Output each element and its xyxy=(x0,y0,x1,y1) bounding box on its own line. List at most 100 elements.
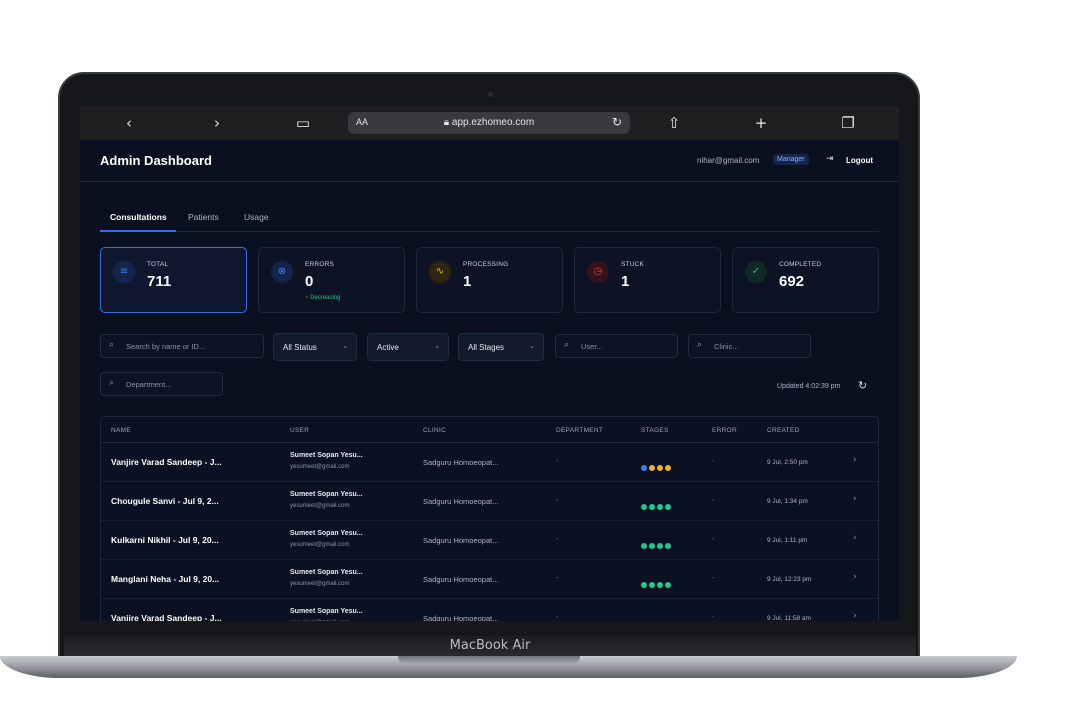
chevron-down-icon: ⌄ xyxy=(529,342,535,350)
department-filter-input[interactable]: ⌕ Department... xyxy=(100,372,223,396)
row-department: - xyxy=(556,575,559,582)
chevron-right-icon[interactable]: › xyxy=(853,455,857,465)
browser-toolbar: ‹ › ▭ AA 🔒︎ app.ezhomeo.com ↻ ⇧ + ❐ xyxy=(80,106,899,140)
stage-dot xyxy=(641,465,647,471)
row-stages xyxy=(641,614,673,621)
clinic-filter-input[interactable]: ⌕ Clinic... xyxy=(688,334,811,358)
status-select[interactable]: All Status ⌄ xyxy=(273,333,357,361)
row-user-email: yesumeet@gmail.com xyxy=(290,503,350,509)
lock-icon: 🔒︎ xyxy=(443,117,452,128)
role-badge: Manager xyxy=(773,154,809,165)
table-row[interactable]: Vanjire Varad Sandeep - J... Sumeet Sopan… xyxy=(101,443,878,482)
stage-dot xyxy=(657,504,663,510)
stage-dot xyxy=(657,465,663,471)
clock-icon: ◷ xyxy=(587,261,609,283)
department-placeholder: Department... xyxy=(126,380,172,389)
row-department: - xyxy=(556,614,559,621)
user-email: nihar@gmail.com xyxy=(697,156,760,165)
row-created: 9 Jul, 12:23 pm xyxy=(767,576,812,583)
logout-button[interactable]: Logout xyxy=(846,156,873,165)
row-clinic: Sadguru Homoeopat... xyxy=(423,458,499,467)
page-title: Admin Dashboard xyxy=(100,153,212,168)
row-name: Chougule Sanvi - Jul 9, 2... xyxy=(111,496,219,506)
clinic-placeholder: Clinic... xyxy=(714,342,739,351)
column-header[interactable]: DEPARTMENT xyxy=(556,427,603,434)
book-icon[interactable]: ▭ xyxy=(294,114,312,132)
stat-card-errors[interactable]: ⊗ ERRORS 0 ~ Decreasing xyxy=(258,247,405,313)
table-row[interactable]: Manglani Neha - Jul 9, 20... Sumeet Sopan… xyxy=(101,560,878,599)
row-clinic: Sadguru Homoeopat... xyxy=(423,497,499,506)
table-row[interactable]: Chougule Sanvi - Jul 9, 2... Sumeet Sopan… xyxy=(101,482,878,521)
row-clinic: Sadguru Homoeopat... xyxy=(423,614,499,621)
chevron-right-icon[interactable]: › xyxy=(853,494,857,504)
row-user-email: yesumeet@gmail.com xyxy=(290,581,350,587)
address-bar[interactable]: AA 🔒︎ app.ezhomeo.com ↻ xyxy=(348,112,630,134)
stage-dot xyxy=(665,504,671,510)
stage-dot xyxy=(649,582,655,588)
tab-usage[interactable]: Usage xyxy=(244,212,269,222)
chevron-right-icon[interactable]: › xyxy=(853,611,857,621)
tab-patients[interactable]: Patients xyxy=(188,212,219,222)
chevron-right-icon[interactable]: › xyxy=(853,533,857,543)
active-select[interactable]: Active ⌄ xyxy=(367,333,449,361)
row-created: 9 Jul, 2:50 pm xyxy=(767,459,808,466)
back-icon[interactable]: ‹ xyxy=(120,114,138,132)
stat-label: STUCK xyxy=(621,261,645,268)
url-text: 🔒︎ app.ezhomeo.com xyxy=(348,117,630,128)
database-icon: ≡ xyxy=(113,261,135,283)
consultations-table: NAME USER CLINIC DEPARTMENT STAGES ERROR… xyxy=(100,416,879,621)
chevron-down-icon: ⌄ xyxy=(342,342,348,350)
app-header: Admin Dashboard nihar@gmail.com Manager … xyxy=(80,140,899,182)
column-header[interactable]: USER xyxy=(290,427,309,434)
tab-bar: Consultations Patients Usage xyxy=(100,206,879,232)
activity-icon: ∿ xyxy=(429,261,451,283)
laptop-mockup: ‹ › ▭ AA 🔒︎ app.ezhomeo.com ↻ ⇧ + ❐ Admi… xyxy=(0,0,1080,720)
stage-dot xyxy=(641,582,647,588)
row-user-email: yesumeet@gmail.com xyxy=(290,464,350,470)
row-clinic: Sadguru Homoeopat... xyxy=(423,536,499,545)
search-placeholder: Search by name or ID... xyxy=(126,342,206,351)
search-icon: ⌕ xyxy=(564,340,570,350)
row-name: Vanjire Varad Sandeep - J... xyxy=(111,457,222,467)
refresh-icon[interactable]: ↻ xyxy=(858,379,867,392)
stage-dot xyxy=(657,582,663,588)
column-header[interactable]: CREATED xyxy=(767,427,800,434)
stat-card-total[interactable]: ≡ TOTAL 711 xyxy=(100,247,247,313)
stat-value: 0 xyxy=(305,273,314,290)
tabs-icon[interactable]: ❐ xyxy=(839,114,857,132)
stat-label: TOTAL xyxy=(147,261,169,268)
row-clinic: Sadguru Homoeopat... xyxy=(423,575,499,584)
column-header[interactable]: NAME xyxy=(111,427,131,434)
logout-icon[interactable]: ⇥ xyxy=(826,154,834,164)
stat-label: PROCESSING xyxy=(463,261,509,268)
stat-card-processing[interactable]: ∿ PROCESSING 1 xyxy=(416,247,563,313)
column-header[interactable]: ERROR xyxy=(712,427,737,434)
row-user-email: yesumeet@gmail.com xyxy=(290,542,350,548)
row-user: Sumeet Sopan Yesu... xyxy=(290,452,363,459)
row-name: Vanjire Varad Sandeep - J... xyxy=(111,613,222,621)
stage-dot xyxy=(657,543,663,549)
chevron-down-icon: ⌄ xyxy=(434,342,440,350)
stat-value: 1 xyxy=(621,273,630,290)
device-label: MacBook Air xyxy=(449,638,531,653)
row-stages xyxy=(641,458,673,471)
row-user: Sumeet Sopan Yesu... xyxy=(290,491,363,498)
stages-select[interactable]: All Stages ⌄ xyxy=(458,333,544,361)
table-row[interactable]: Kulkarni Nikhil - Jul 9, 20... Sumeet Sop… xyxy=(101,521,878,560)
chevron-right-icon[interactable]: › xyxy=(853,572,857,582)
plus-icon[interactable]: + xyxy=(752,114,770,132)
column-header[interactable]: CLINIC xyxy=(423,427,446,434)
search-input[interactable]: ⌕ Search by name or ID... xyxy=(100,334,264,358)
row-user: Sumeet Sopan Yesu... xyxy=(290,569,363,576)
user-filter-input[interactable]: ⌕ User... xyxy=(555,334,678,358)
stat-card-completed[interactable]: ✓ COMPLETED 692 xyxy=(732,247,879,313)
stat-card-stuck[interactable]: ◷ STUCK 1 xyxy=(574,247,721,313)
tab-consultations[interactable]: Consultations xyxy=(110,212,167,222)
table-row[interactable]: Vanjire Varad Sandeep - J... Sumeet Sopan… xyxy=(101,599,878,621)
share-icon[interactable]: ⇧ xyxy=(665,114,683,132)
reload-icon[interactable]: ↻ xyxy=(612,115,622,129)
check-circle-icon: ✓ xyxy=(745,261,767,283)
stat-value: 1 xyxy=(463,273,472,290)
column-header[interactable]: STAGES xyxy=(641,427,669,434)
forward-icon[interactable]: › xyxy=(208,114,226,132)
